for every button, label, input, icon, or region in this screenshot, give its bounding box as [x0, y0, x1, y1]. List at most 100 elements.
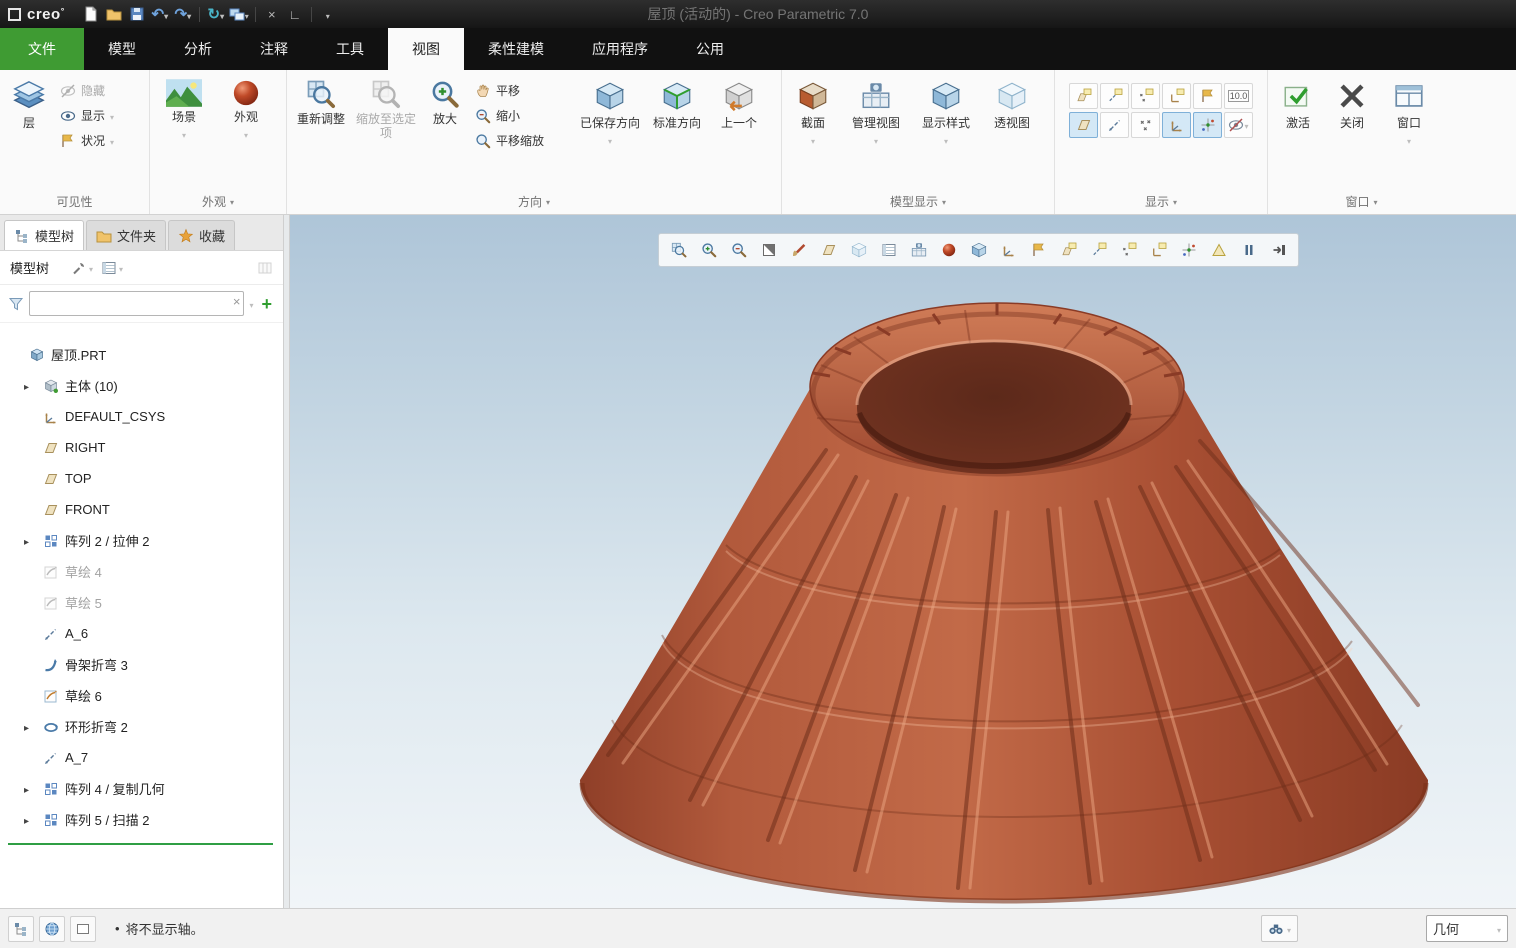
spin-center-icon[interactable]: [1174, 237, 1203, 264]
tree-item-front-plane[interactable]: FRONT: [0, 494, 283, 525]
csys-tag-icon[interactable]: [1144, 237, 1173, 264]
tree-item-sketch-4[interactable]: 草绘 4: [0, 556, 283, 587]
expand-arrow-icon[interactable]: [24, 378, 37, 393]
undo-button[interactable]: ↶: [150, 4, 170, 24]
window-switch-button[interactable]: [229, 4, 249, 24]
dimension-display-toggle[interactable]: 10.0: [1224, 83, 1253, 109]
tree-show-button[interactable]: [101, 260, 123, 276]
appearance-gallery-icon[interactable]: [784, 237, 813, 264]
tree-item-pattern-5[interactable]: 阵列 5 / 扫描 2: [0, 804, 283, 835]
datum-plane-display-icon[interactable]: [814, 237, 843, 264]
tab-view[interactable]: 视图: [388, 28, 464, 70]
group-label-window[interactable]: 窗口: [1268, 188, 1455, 214]
new-file-button[interactable]: [81, 4, 101, 24]
zoom-in-button[interactable]: 放大: [421, 75, 469, 130]
previous-view-button[interactable]: 上一个: [711, 75, 767, 134]
tree-item-body[interactable]: 主体 (10): [0, 370, 283, 401]
full-screen-button[interactable]: [70, 915, 96, 942]
plane-tag-toggle[interactable]: [1069, 83, 1098, 109]
zoom-to-selected-button[interactable]: 缩放至选定项: [353, 75, 419, 145]
pause-icon[interactable]: [1234, 237, 1263, 264]
expand-arrow-icon[interactable]: [24, 781, 37, 796]
manage-views-button[interactable]: 管理视图: [842, 75, 910, 151]
web-browser-button[interactable]: [39, 915, 65, 942]
tab-model[interactable]: 模型: [84, 28, 160, 70]
annotation-filter-toggle[interactable]: [1224, 112, 1253, 138]
spin-center-toggle[interactable]: [1193, 112, 1222, 138]
perspective-button[interactable]: 透视图: [982, 75, 1042, 134]
expand-arrow-icon[interactable]: [24, 533, 37, 548]
show-button[interactable]: 显示: [56, 104, 118, 127]
open-file-button[interactable]: [104, 4, 124, 24]
plane-tag-icon[interactable]: [1054, 237, 1083, 264]
filter-dropdown-button[interactable]: [249, 295, 253, 313]
3d-viewport[interactable]: [290, 215, 1516, 908]
toggle-model-tree-button[interactable]: [8, 915, 34, 942]
selection-filter-combo[interactable]: 几何: [1426, 915, 1508, 942]
filter-clear-icon[interactable]: [233, 295, 241, 308]
tab-common[interactable]: 公用: [672, 28, 748, 70]
model-tree-filter-input[interactable]: [29, 291, 245, 316]
save-button[interactable]: [127, 4, 147, 24]
view-manager-icon[interactable]: [904, 237, 933, 264]
zoom-out-button[interactable]: 缩小: [471, 104, 575, 127]
axis-tag-toggle[interactable]: [1100, 83, 1129, 109]
zoom-in-icon[interactable]: [694, 237, 723, 264]
tab-applications[interactable]: 应用程序: [568, 28, 672, 70]
axis-display-toggle[interactable]: [1100, 112, 1129, 138]
expand-arrow-icon[interactable]: [24, 812, 37, 827]
tab-annotate[interactable]: 注释: [236, 28, 312, 70]
section-button[interactable]: 截面: [786, 75, 840, 151]
tab-file[interactable]: 文件: [0, 28, 84, 70]
tree-item-sketch-5[interactable]: 草绘 5: [0, 587, 283, 618]
status-button[interactable]: 状况: [56, 129, 118, 152]
group-label-visibility[interactable]: 可见性: [0, 188, 149, 214]
render-appearance-icon[interactable]: [934, 237, 963, 264]
tree-columns-button[interactable]: [257, 260, 273, 276]
scene-button[interactable]: 场景: [154, 75, 214, 145]
tree-item-top-plane[interactable]: TOP: [0, 463, 283, 494]
annotation-display-icon[interactable]: [1024, 237, 1053, 264]
tree-item-right-plane[interactable]: RIGHT: [0, 432, 283, 463]
tree-item-axis-a6[interactable]: A_6: [0, 618, 283, 649]
redo-button[interactable]: ↷: [173, 4, 193, 24]
expand-arrow-icon[interactable]: [24, 719, 37, 734]
navigator-tab-folder-browser[interactable]: 文件夹: [86, 220, 167, 250]
standard-orientation-button[interactable]: 标准方向: [645, 75, 709, 134]
close-button[interactable]: 关闭: [1326, 75, 1378, 134]
navigator-splitter[interactable]: [283, 215, 290, 908]
group-label-show[interactable]: 显示: [1055, 188, 1267, 214]
saved-orientations-button[interactable]: 已保存方向: [577, 75, 643, 151]
navigator-tab-favorites[interactable]: 收藏: [168, 220, 236, 250]
tree-item-part[interactable]: 屋顶.PRT: [0, 339, 283, 370]
plane-display-toggle[interactable]: [1069, 112, 1098, 138]
datum-axis-button[interactable]: ∟: [285, 4, 305, 24]
point-tag-icon[interactable]: [1114, 237, 1143, 264]
tree-item-axis-a7[interactable]: A_7: [0, 742, 283, 773]
navigator-tab-model-tree[interactable]: 模型树: [4, 220, 85, 250]
display-style-icon[interactable]: [964, 237, 993, 264]
point-tag-toggle[interactable]: [1131, 83, 1160, 109]
group-label-appearance[interactable]: 外观: [150, 188, 286, 214]
saved-orientations-icon[interactable]: [874, 237, 903, 264]
perspective-warning-icon[interactable]: [1204, 237, 1233, 264]
refit-button[interactable]: 重新调整: [291, 75, 351, 130]
tree-item-sketch-6[interactable]: 草绘 6: [0, 680, 283, 711]
zoom-out-icon[interactable]: [724, 237, 753, 264]
close-window-button[interactable]: ×: [262, 4, 282, 24]
group-label-orientation[interactable]: 方向: [287, 188, 781, 214]
axis-tag-icon[interactable]: [1084, 237, 1113, 264]
display-style-button[interactable]: 显示样式: [912, 75, 980, 151]
filter-add-button[interactable]: [258, 295, 275, 313]
regenerate-button[interactable]: ↻: [206, 4, 226, 24]
tab-tools[interactable]: 工具: [312, 28, 388, 70]
datum-display-filter-icon[interactable]: [994, 237, 1023, 264]
reorient-view-icon[interactable]: [844, 237, 873, 264]
tab-analysis[interactable]: 分析: [160, 28, 236, 70]
tree-settings-button[interactable]: [71, 260, 93, 276]
pan-zoom-button[interactable]: 平移缩放: [471, 129, 575, 152]
box-zoom-icon[interactable]: [664, 237, 693, 264]
refit-icon[interactable]: [754, 237, 783, 264]
exit-toolbar-icon[interactable]: [1264, 237, 1293, 264]
point-display-toggle[interactable]: [1131, 112, 1160, 138]
